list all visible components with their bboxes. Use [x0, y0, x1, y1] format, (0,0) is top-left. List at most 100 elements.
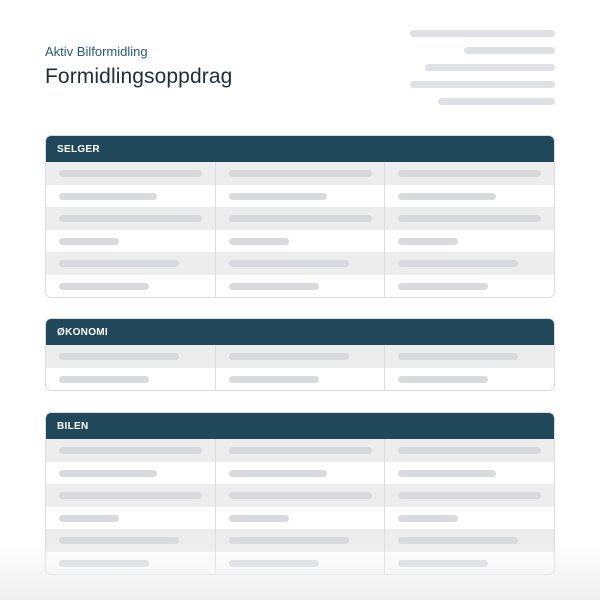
table-cell: [385, 252, 554, 275]
placeholder-bar: [59, 514, 119, 522]
placeholder-bar: [59, 469, 157, 477]
header-placeholder-lines: [410, 30, 555, 115]
placeholder-bar: [59, 447, 202, 454]
placeholder-bar: [398, 192, 497, 200]
placeholder-bar: [228, 353, 349, 360]
section-selger: SELGER: [45, 135, 555, 298]
table-cell: [46, 506, 216, 529]
table-cell: [46, 439, 216, 462]
table-row: [46, 461, 554, 485]
table-row: [46, 506, 554, 530]
document-header: Aktiv Bilformidling Formidlingsoppdrag: [45, 44, 232, 90]
bottom-fade: [0, 540, 600, 600]
table-cell: [46, 252, 216, 275]
table-cell: [216, 367, 386, 390]
table-cell: [46, 461, 216, 484]
table-cell: [385, 230, 554, 253]
placeholder-line: [425, 64, 555, 71]
placeholder-bar: [398, 215, 542, 222]
table-row: [46, 207, 554, 230]
table-cell: [46, 367, 216, 390]
placeholder-bar: [398, 469, 497, 477]
placeholder-bar: [59, 353, 179, 360]
table-cell: [216, 207, 386, 230]
table-cell: [216, 461, 386, 484]
table-row: [46, 274, 554, 298]
table-cell: [385, 484, 554, 507]
table-cell: [216, 439, 386, 462]
placeholder-bar: [228, 282, 319, 290]
table-row: [46, 162, 554, 185]
placeholder-bar: [228, 375, 319, 383]
table-cell: [385, 162, 554, 185]
placeholder-bar: [59, 237, 119, 245]
placeholder-bar: [59, 215, 202, 222]
table-cell: [216, 345, 386, 368]
table-row: [46, 252, 554, 275]
table-row: [46, 184, 554, 208]
placeholder-bar: [398, 514, 459, 522]
table-cell: [46, 345, 216, 368]
table-cell: [46, 162, 216, 185]
table-row: [46, 484, 554, 507]
placeholder-bar: [59, 260, 179, 267]
placeholder-bar: [398, 492, 542, 499]
table-cell: [385, 462, 554, 485]
placeholder-line: [464, 47, 555, 54]
table-cell: [385, 345, 554, 368]
table-cell: [46, 207, 216, 230]
placeholder-bar: [228, 447, 372, 454]
document-title: Formidlingsoppdrag: [45, 65, 233, 88]
table-cell: [216, 184, 386, 207]
placeholder-bar: [59, 375, 149, 383]
placeholder-bar: [228, 260, 349, 267]
placeholder-line: [410, 81, 555, 88]
table-cell: [385, 207, 554, 230]
placeholder-bar: [228, 469, 327, 477]
placeholder-bar: [228, 514, 289, 522]
placeholder-bar: [59, 282, 149, 290]
table-cell: [216, 252, 386, 275]
placeholder-bar: [398, 353, 519, 360]
table-cell: [46, 274, 216, 297]
placeholder-bar: [228, 237, 289, 245]
table-cell: [385, 439, 554, 462]
table-row: [46, 367, 554, 391]
placeholder-bar: [59, 170, 202, 177]
company-name: Aktiv Bilformidling: [45, 44, 148, 59]
placeholder-bar: [398, 237, 459, 245]
placeholder-bar: [398, 282, 489, 290]
document-page: Aktiv Bilformidling Formidlingsoppdrag S…: [0, 0, 600, 600]
table-cell: [385, 507, 554, 530]
placeholder-bar: [398, 170, 542, 177]
placeholder-bar: [398, 375, 489, 383]
placeholder-bar: [59, 492, 202, 499]
table-cell: [46, 184, 216, 207]
table-cell: [216, 274, 386, 297]
table-cell: [385, 368, 554, 391]
table-row: [46, 229, 554, 253]
placeholder-bar: [228, 192, 327, 200]
table-cell: [385, 275, 554, 298]
placeholder-bar: [398, 260, 519, 267]
placeholder-bar: [59, 192, 157, 200]
placeholder-bar: [398, 447, 542, 454]
table-row: [46, 439, 554, 462]
table-cell: [216, 229, 386, 252]
section-header-selger: SELGER: [46, 136, 554, 162]
table-row: [46, 345, 554, 368]
section-okonomi: ØKONOMI: [45, 318, 555, 391]
table-cell: [216, 162, 386, 185]
placeholder-bar: [228, 170, 372, 177]
placeholder-line: [410, 30, 555, 37]
placeholder-bar: [228, 215, 372, 222]
section-header-okonomi: ØKONOMI: [46, 319, 554, 345]
table-cell: [216, 506, 386, 529]
table-cell: [385, 185, 554, 208]
table-cell: [216, 484, 386, 507]
placeholder-bar: [228, 492, 372, 499]
section-header-bilen: BILEN: [46, 413, 554, 439]
table-cell: [46, 229, 216, 252]
placeholder-line: [438, 98, 555, 105]
table-cell: [46, 484, 216, 507]
